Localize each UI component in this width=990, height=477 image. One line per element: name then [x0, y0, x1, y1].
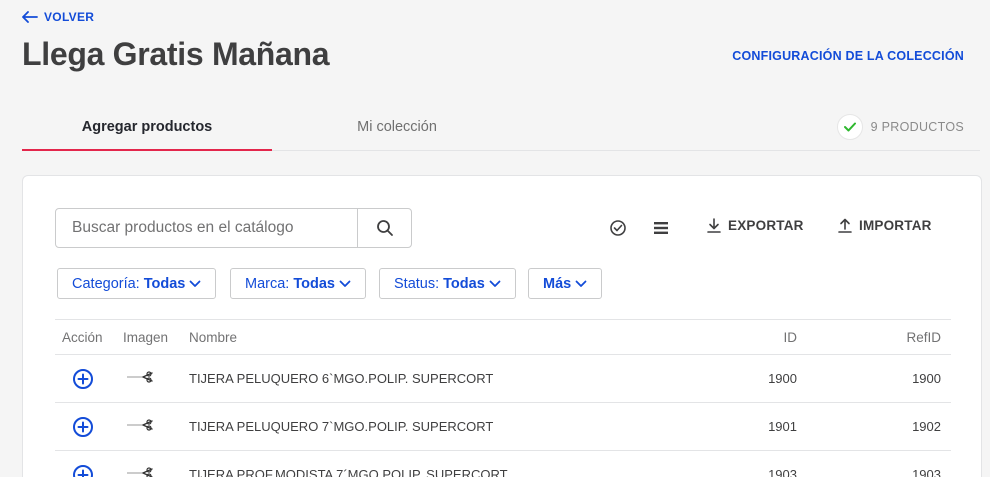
filter-category-value: Todas: [143, 275, 186, 292]
select-all-button[interactable]: [606, 216, 630, 240]
back-link[interactable]: VOLVER: [22, 10, 94, 24]
search-button[interactable]: [357, 209, 411, 247]
arrow-left-icon: [22, 11, 38, 23]
product-refid: 1900: [912, 371, 941, 386]
product-id: 1901: [768, 419, 797, 434]
filter-category-label: Categoría:: [72, 275, 140, 292]
products-table: Acción Imagen Nombre ID RefID TIJERA PEL…: [55, 319, 951, 477]
products-count-badge: 9 PRODUCTOS: [836, 114, 964, 140]
plus-circle-icon: [73, 369, 93, 389]
import-label: IMPORTAR: [859, 218, 932, 233]
upload-icon: [838, 218, 852, 233]
import-button[interactable]: IMPORTAR: [838, 218, 932, 233]
tab-bar: Agregar productos Mi colección 9 PRODUCT…: [22, 104, 980, 151]
add-product-button[interactable]: [72, 368, 94, 393]
header-id: ID: [783, 330, 798, 345]
chevron-down-icon: [489, 280, 501, 287]
chevron-down-icon: [575, 280, 587, 287]
collection-settings-link[interactable]: CONFIGURACIÓN DE LA COLECCIÓN: [732, 49, 964, 63]
add-product-button[interactable]: [72, 464, 94, 477]
export-button[interactable]: EXPORTAR: [707, 218, 804, 233]
product-name: TIJERA PROF.MODISTA 7´MGO.POLIP. SUPERCO…: [189, 467, 508, 477]
back-label: VOLVER: [44, 10, 95, 24]
table-row: TIJERA PROF.MODISTA 7´MGO.POLIP. SUPERCO…: [55, 451, 951, 477]
scissors-icon: [125, 369, 155, 388]
filter-brand-value: Todas: [293, 275, 335, 292]
product-refid: 1902: [912, 419, 941, 434]
products-count-label: 9 PRODUCTOS: [870, 120, 964, 134]
check-circle-icon: [610, 220, 626, 236]
table-row: TIJERA PELUQUERO 7`MGO.POLIP. SUPERCORT …: [55, 403, 951, 451]
page-title: Llega Gratis Mañana: [22, 36, 330, 72]
filter-category[interactable]: Categoría: Todas: [57, 268, 217, 299]
header-image: Imagen: [123, 330, 169, 345]
tab-add-products[interactable]: Agregar productos: [22, 104, 272, 151]
header-name: Nombre: [189, 330, 238, 345]
header-refid: RefID: [906, 330, 941, 345]
export-label: EXPORTAR: [728, 218, 804, 233]
product-refid: 1903: [912, 467, 941, 477]
check-icon: [836, 114, 863, 140]
chevron-down-icon: [339, 280, 351, 287]
table-header: Acción Imagen Nombre ID RefID: [55, 319, 951, 355]
search-icon: [376, 220, 393, 236]
catalog-card: EXPORTAR IMPORTAR Categoría: Todas Marca…: [22, 175, 982, 477]
list-icon: [654, 222, 668, 234]
table-row: TIJERA PELUQUERO 6`MGO.POLIP. SUPERCORT …: [55, 355, 951, 403]
product-name: TIJERA PELUQUERO 6`MGO.POLIP. SUPERCORT: [189, 371, 494, 386]
header-action: Acción: [62, 330, 103, 345]
search-input[interactable]: [56, 209, 357, 247]
filter-status[interactable]: Status: Todas: [379, 268, 516, 299]
scissors-icon: [125, 417, 155, 436]
filter-brand-label: Marca:: [245, 275, 290, 292]
filter-more-label: Más: [543, 275, 572, 292]
chevron-down-icon: [189, 280, 201, 287]
product-id: 1900: [768, 371, 797, 386]
search-box: [55, 208, 412, 248]
plus-circle-icon: [73, 417, 93, 437]
filter-brand[interactable]: Marca: Todas: [230, 268, 366, 299]
download-icon: [707, 218, 721, 233]
product-name: TIJERA PELUQUERO 7`MGO.POLIP. SUPERCORT: [189, 419, 494, 434]
tab-my-collection[interactable]: Mi colección: [272, 104, 522, 150]
product-id: 1903: [768, 467, 797, 477]
filter-more[interactable]: Más: [528, 268, 603, 299]
list-view-button[interactable]: [649, 216, 673, 240]
scissors-icon: [125, 465, 155, 477]
filter-status-label: Status:: [394, 275, 440, 292]
add-product-button[interactable]: [72, 416, 94, 441]
filter-status-value: Todas: [443, 275, 485, 292]
plus-circle-icon: [73, 465, 93, 477]
